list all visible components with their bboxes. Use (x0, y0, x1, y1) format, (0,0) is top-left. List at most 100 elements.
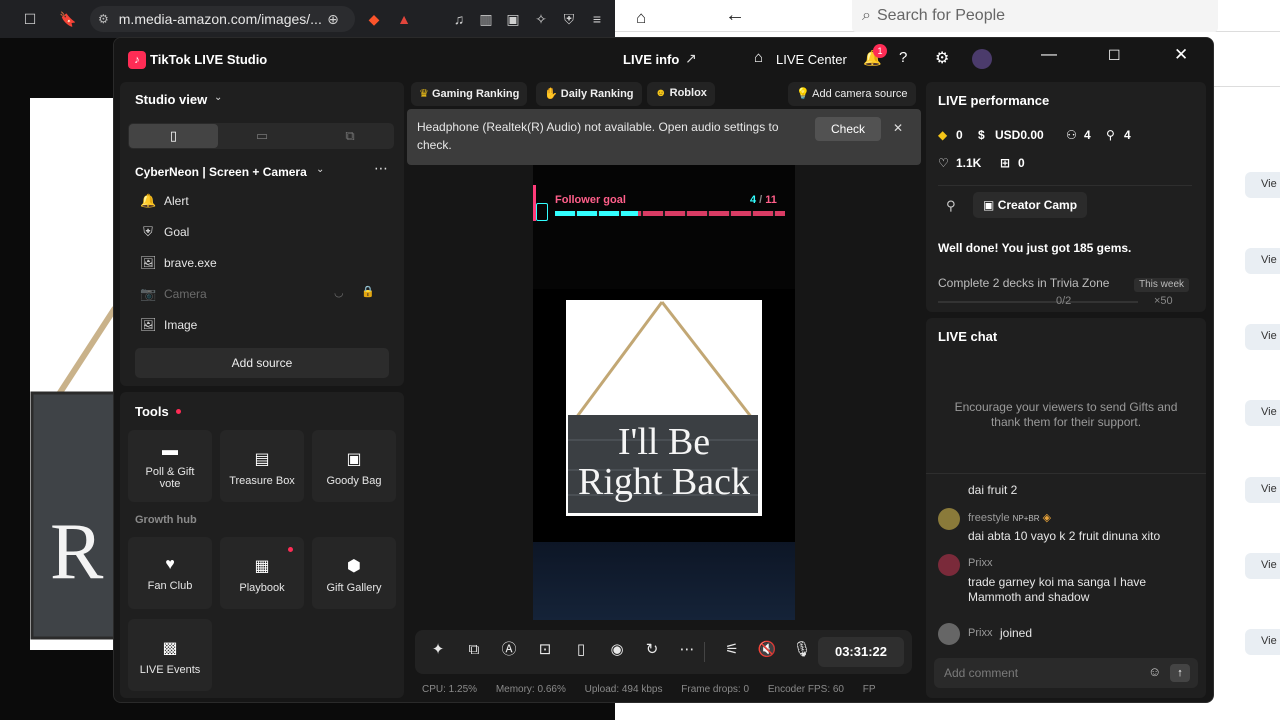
send-icon[interactable]: ↑ (1170, 664, 1190, 682)
source-item[interactable]: 🖼 brave.exe (140, 253, 217, 273)
source-item[interactable]: 🖼 Image (140, 315, 197, 335)
media-icon[interactable]: ♫ (451, 11, 467, 27)
ai-icon[interactable]: Ⓐ (497, 638, 521, 662)
lock-icon[interactable]: 🔒 (361, 285, 375, 298)
sliders-icon[interactable]: ⚟ (720, 638, 744, 662)
tool-card[interactable]: ▤ Treasure Box (220, 430, 304, 502)
avatar[interactable] (938, 623, 960, 645)
join-text: joined (1000, 626, 1033, 640)
chat-username[interactable]: freestyle NP+BR ◈ (968, 511, 1051, 524)
screen-share-icon[interactable]: ⧉ (462, 638, 486, 662)
treasure-box-icon: ▤ (254, 451, 270, 468)
maximize-icon[interactable]: ☐ (1108, 47, 1121, 64)
source-label: Alert (164, 194, 189, 208)
growth-card[interactable]: ▦ Playbook (220, 537, 304, 609)
replay-icon[interactable]: ↻ (640, 638, 664, 662)
creator-camp-button[interactable]: ▣ Creator Camp (973, 192, 1088, 218)
menu-icon[interactable]: ≡ (589, 11, 605, 27)
source-item[interactable]: 🔔 Alert (140, 191, 189, 211)
live-center-home-icon[interactable]: ⌂ (754, 49, 763, 66)
check-button[interactable]: Check (815, 117, 881, 141)
avatar[interactable] (938, 554, 960, 576)
more-options-icon[interactable]: ⋯ (374, 160, 388, 177)
mic-muted-icon[interactable]: 🎙 (790, 638, 814, 662)
growth-card[interactable]: ▩ LIVE Events (128, 619, 212, 691)
view-button[interactable]: Vie (1245, 553, 1280, 579)
close-icon[interactable]: ✕ (1174, 45, 1188, 65)
site-settings-icon[interactable]: ⚙ (98, 12, 109, 26)
scene-name[interactable]: CyberNeon | Screen + Camera (135, 165, 307, 179)
people-search-input[interactable]: ⌕ Search for People (852, 0, 1218, 32)
avatar[interactable] (972, 49, 992, 69)
close-banner-icon[interactable]: ✕ (893, 121, 903, 135)
portrait-layout-button[interactable]: ▯ (129, 124, 218, 148)
speaker-muted-icon[interactable]: 🔇 (755, 638, 779, 662)
comment-input[interactable]: Add comment ☺ ↑ (934, 658, 1198, 688)
tool-card[interactable]: ▬ Poll & Gift vote (128, 430, 212, 502)
capture-icon[interactable]: ⊡ (533, 638, 557, 662)
record-icon[interactable]: ◉ (605, 638, 629, 662)
address-bar[interactable]: ⚙ m.media-amazon.com/images/... (90, 6, 355, 32)
chat-username[interactable]: Prixx (968, 557, 992, 569)
cpu-stat: CPU: 1.25% (422, 684, 478, 695)
roblox-chip[interactable]: ☻ Roblox (647, 82, 715, 106)
gaming-ranking-chip[interactable]: ♛ Gaming Ranking (411, 82, 528, 106)
source-item[interactable]: 📷 Camera (140, 284, 207, 304)
view-button[interactable]: Vie (1245, 629, 1280, 655)
add-guest-icon[interactable]: ⚲ (946, 198, 956, 214)
leo-ai-icon[interactable]: ✧ (533, 11, 549, 27)
sidebar-icon[interactable]: ▥ (478, 11, 494, 27)
view-button[interactable]: Vie (1245, 172, 1280, 198)
help-icon[interactable]: ? (899, 49, 907, 66)
minimize-icon[interactable]: — (1041, 46, 1057, 64)
task-badge: This week (1134, 278, 1190, 292)
vpn-icon[interactable]: ⛨ (561, 11, 577, 27)
gems-message: Well done! You just got 185 gems. (938, 241, 1132, 255)
chat-username[interactable]: Prixx (968, 627, 992, 639)
share-icon[interactable]: ↗ (685, 50, 697, 67)
add-camera-source-button[interactable]: 💡 Add camera source (788, 82, 916, 106)
visibility-off-icon[interactable]: ◡ (334, 286, 344, 299)
phone-icon[interactable]: ▯ (569, 638, 593, 662)
wallet-icon[interactable]: ▣ (505, 11, 521, 27)
chevron-down-icon[interactable]: ⌄ (214, 92, 222, 103)
view-button[interactable]: Vie (1245, 248, 1280, 274)
zoom-icon[interactable]: ⊕ (325, 11, 341, 27)
view-button[interactable]: Vie (1245, 400, 1280, 426)
view-button[interactable]: Vie (1245, 324, 1280, 350)
dual-layout-button[interactable]: ⧉ (306, 124, 394, 148)
landscape-layout-button[interactable]: ▭ (218, 124, 306, 148)
studio-view-title[interactable]: Studio view (135, 92, 207, 107)
view-button[interactable]: Vie (1245, 477, 1280, 503)
back-arrow-icon[interactable]: ← (725, 4, 745, 27)
live-preview-canvas[interactable]: Follower goal 4 / 11 I'll Be Right Back (533, 165, 795, 620)
avatar[interactable] (938, 508, 960, 530)
divider (926, 473, 1206, 474)
magic-wand-icon[interactable]: ✦ (426, 638, 450, 662)
playbook-icon: ▦ (254, 558, 270, 575)
tool-label: Poll & Gift (145, 466, 195, 478)
tool-card[interactable]: ▣ Goody Bag (312, 430, 396, 502)
live-info-link[interactable]: LIVE info (623, 52, 679, 67)
bookmark-icon[interactable]: 🔖 (59, 11, 76, 27)
growth-card[interactable]: ♥ Fan Club (128, 537, 212, 609)
studio-view-panel: Studio view ⌄ ▯ ▭ ⧉ CyberNeon | Screen +… (120, 82, 404, 386)
new-followers-icon: ⚲ (1106, 128, 1115, 142)
chevron-down-icon[interactable]: ⌄ (316, 164, 324, 175)
brave-rewards-icon[interactable]: ▲ (396, 11, 412, 27)
live-center-link[interactable]: LIVE Center (776, 52, 847, 67)
growth-card[interactable]: ⬢ Gift Gallery (312, 537, 396, 609)
add-source-button[interactable]: Add source (135, 348, 389, 378)
brave-shield-icon[interactable]: ◆ (366, 11, 382, 27)
more-icon[interactable]: ⋯ (675, 638, 699, 662)
home-icon[interactable]: ⌂ (636, 8, 646, 28)
creator-camp-icon: ▣ (983, 198, 995, 212)
source-item[interactable]: ⛨ Goal (140, 222, 189, 242)
emoji-icon[interactable]: ☺ (1148, 664, 1161, 679)
bookmark-list-icon[interactable]: ☐ (22, 11, 38, 27)
daily-ranking-chip[interactable]: ✋ Daily Ranking (536, 82, 642, 106)
settings-gear-icon[interactable]: ⚙ (935, 48, 949, 68)
task-reward: ×50 (1154, 295, 1173, 307)
goal-icon (536, 203, 548, 221)
growth-label: Playbook (239, 582, 285, 594)
